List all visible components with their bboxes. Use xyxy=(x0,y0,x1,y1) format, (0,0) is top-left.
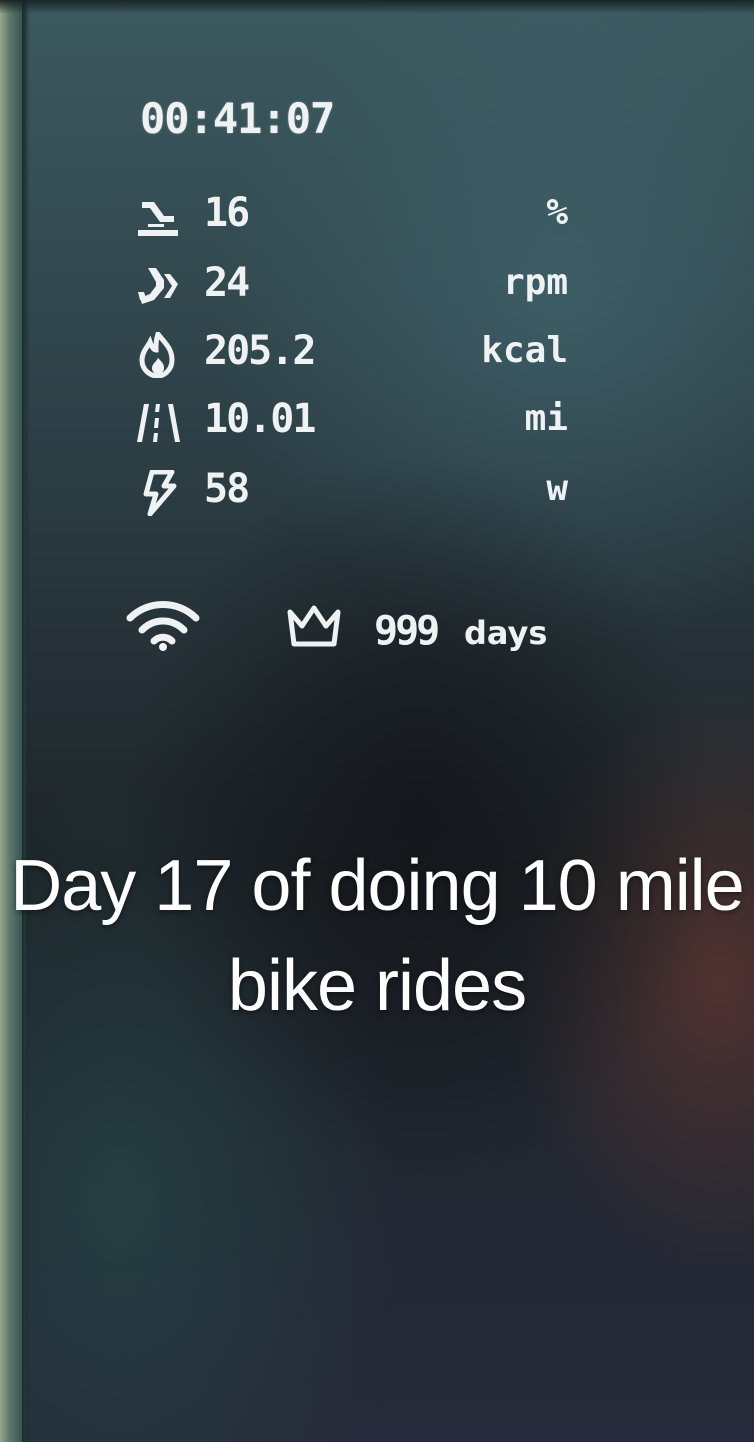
console-bezel-top xyxy=(0,0,754,14)
status-row: 999 days xyxy=(120,596,580,666)
calories-value: 205.2 xyxy=(204,328,316,374)
elapsed-time: 00:41:07 xyxy=(140,94,335,143)
video-frame: 00:41:07 16 % 24 rpm 205.2 kcal 10.01 mi… xyxy=(0,0,754,1442)
calories-flame-icon xyxy=(139,332,175,378)
cadence-icon xyxy=(138,268,178,304)
streak-days-unit: days xyxy=(464,614,548,652)
incline-value: 16 xyxy=(204,190,250,236)
video-caption: Day 17 of doing 10 mile bike rides xyxy=(10,846,744,1026)
wifi-icon xyxy=(126,601,200,651)
metric-row-distance: 10.01 mi xyxy=(128,394,568,450)
power-value: 58 xyxy=(204,466,250,512)
metric-row-cadence: 24 rpm xyxy=(128,258,568,314)
cadence-value: 24 xyxy=(204,260,250,306)
streak-days-value: 999 xyxy=(374,608,440,654)
crown-icon xyxy=(287,605,341,647)
calories-unit: kcal xyxy=(481,330,568,371)
power-bolt-icon xyxy=(143,470,177,516)
metric-row-power: 58 w xyxy=(128,464,568,520)
console-bezel-edge xyxy=(22,0,30,1442)
distance-road-icon xyxy=(137,404,180,442)
cadence-unit: rpm xyxy=(502,262,568,303)
metric-row-calories: 205.2 kcal xyxy=(128,326,568,382)
incline-icon xyxy=(138,202,178,236)
incline-unit: % xyxy=(546,192,568,233)
metric-row-incline: 16 % xyxy=(128,188,568,244)
power-unit: w xyxy=(546,468,568,509)
distance-unit: mi xyxy=(524,398,568,439)
distance-value: 10.01 xyxy=(204,396,316,442)
